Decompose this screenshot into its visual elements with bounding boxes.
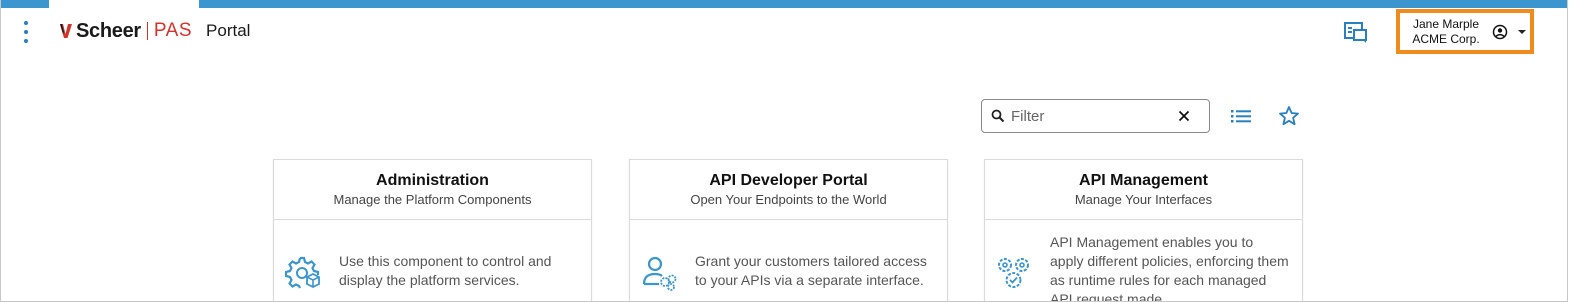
app-title: Portal: [206, 21, 251, 40]
brand-separator: [146, 22, 148, 40]
card-header: API Management Manage Your Interfaces: [985, 160, 1302, 220]
card-description: Use this component to control and displa…: [339, 253, 552, 288]
user-circle-icon: [1492, 24, 1508, 39]
close-icon[interactable]: [1178, 110, 1190, 122]
caret-down-icon: [1518, 29, 1526, 34]
list-view-icon[interactable]: [1230, 106, 1252, 126]
card-body: API Management enables you to apply diff…: [985, 220, 1302, 302]
card-administration[interactable]: Administration Manage the Platform Compo…: [273, 159, 592, 301]
user-gears-icon: [642, 256, 677, 291]
filter-field[interactable]: [981, 99, 1210, 133]
menu-dot: [24, 30, 28, 34]
card-subtitle: Open Your Endpoints to the World: [690, 192, 887, 207]
gears-check-icon: [998, 258, 1029, 288]
card-body: Use this component to control and displa…: [274, 220, 591, 301]
scheer-logo-icon: [60, 24, 72, 38]
chat-icon[interactable]: [1343, 20, 1369, 44]
brand-name: Scheer: [76, 19, 141, 42]
user-info: Jane Marple ACME Corp.: [1408, 17, 1484, 47]
kebab-menu-icon[interactable]: [19, 21, 33, 43]
card-title: Administration: [376, 172, 489, 189]
card-title: API Developer Portal: [709, 172, 868, 189]
star-icon[interactable]: [1278, 105, 1300, 127]
card-subtitle: Manage Your Interfaces: [1074, 192, 1213, 207]
user-name: Jane Marple: [1412, 16, 1480, 31]
card-description: Grant your customers tailored access to …: [695, 253, 927, 288]
card-header: API Developer Portal Open Your Endpoints…: [630, 160, 947, 220]
settings-cube-icon: [285, 256, 320, 289]
card-body: Grant your customers tailored access to …: [630, 220, 947, 301]
filter-input[interactable]: [1011, 107, 1176, 125]
user-org: ACME Corp.: [1412, 31, 1480, 46]
card-header: Administration Manage the Platform Compo…: [274, 160, 591, 220]
card-description: API Management enables you to apply diff…: [1050, 234, 1289, 302]
menu-dot: [24, 21, 28, 25]
brand-logo[interactable]: Scheer PAS Portal: [59, 19, 250, 43]
card-api-developer-portal[interactable]: API Developer Portal Open Your Endpoints…: [629, 159, 948, 301]
brand-product: PAS: [153, 20, 193, 41]
active-tab-marker: [49, 0, 199, 8]
portal-window: Scheer PAS Portal Jane Marple ACME Corp.: [0, 0, 1568, 302]
card-title: API Management: [1079, 172, 1208, 189]
top-accent-bar: [1, 0, 1567, 8]
card-subtitle: Manage the Platform Components: [333, 192, 532, 207]
user-menu-button[interactable]: Jane Marple ACME Corp.: [1396, 9, 1534, 54]
search-icon: [991, 109, 1005, 123]
card-api-management[interactable]: API Management Manage Your Interfaces AP…: [984, 159, 1303, 302]
menu-dot: [24, 39, 28, 43]
